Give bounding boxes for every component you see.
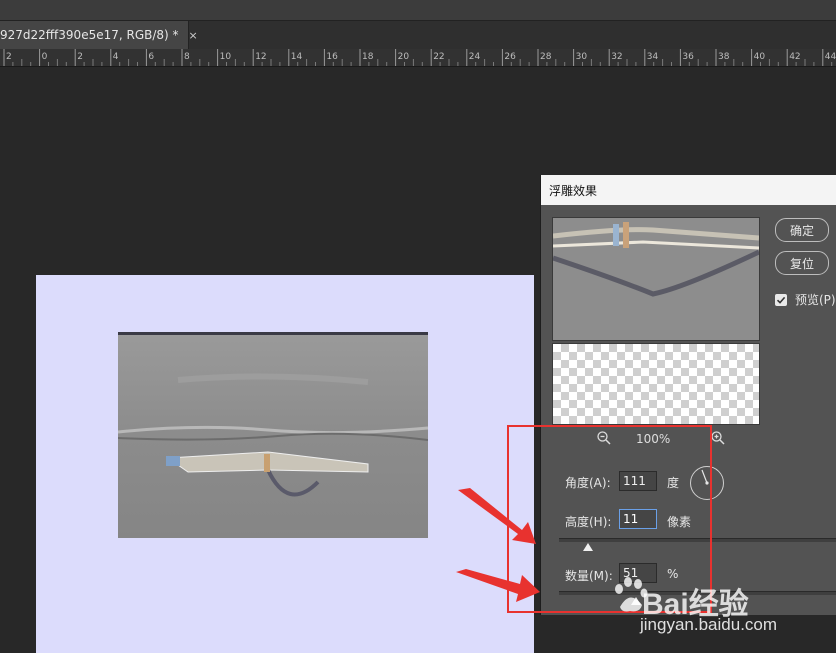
horizontal-ruler: 2 0 2 4 6 8 10 12 14 16 18 20 22 24 26 28 30 32 34 36 38 40 42…	[0, 49, 836, 67]
ruler-label: 14	[291, 52, 303, 62]
ruler-label: 4	[113, 52, 119, 62]
ruler-label: 26	[504, 52, 516, 62]
ruler-label: 34	[647, 52, 659, 62]
document-tab[interactable]: 927d22fff390e5e17, RGB/8) * ×	[0, 21, 198, 49]
ruler-ticks: 2 0 2 4 6 8 10 12 14 16 18 20 22 24 26 28 30 32 34 36 38 40 42…	[3, 49, 836, 66]
ok-button[interactable]: 确定	[775, 218, 829, 242]
ruler-label: 12	[255, 52, 266, 62]
preview-label: 预览(P)	[795, 293, 836, 307]
ruler-label: 42	[789, 52, 800, 62]
ruler-label: 28	[540, 52, 552, 62]
ruler-label: 36	[682, 52, 694, 62]
ruler-label: 20	[398, 52, 410, 62]
ruler-label: 10	[220, 52, 232, 62]
ruler-label: 30	[576, 52, 588, 62]
ruler-label: 24	[469, 52, 481, 62]
document-tab-title: 927d22fff390e5e17, RGB/8) *	[0, 28, 179, 42]
dialog-title: 浮雕效果	[549, 183, 598, 198]
transparent-preview	[552, 343, 760, 425]
ruler-label: 2	[77, 52, 83, 62]
document-tab-bar: 927d22fff390e5e17, RGB/8) * ×	[0, 21, 836, 49]
zoom-in-icon[interactable]	[710, 430, 726, 446]
annotation-box	[507, 425, 712, 613]
ruler-label: 32	[611, 52, 622, 62]
app-menu-strip	[0, 0, 836, 21]
ruler-label: 22	[433, 52, 444, 62]
ruler-label: 8	[184, 52, 190, 62]
ruler-label: 18	[362, 52, 374, 62]
check-icon	[776, 296, 786, 304]
reset-button[interactable]: 复位	[775, 251, 829, 275]
dialog-titlebar[interactable]: 浮雕效果	[541, 175, 836, 205]
close-tab-icon[interactable]: ×	[189, 29, 198, 42]
preview-option: 预览(P)	[775, 291, 836, 308]
ruler-label: 40	[754, 52, 766, 62]
ruler-label: 38	[718, 52, 730, 62]
ruler-label: 16	[326, 52, 338, 62]
ruler-label: 6	[148, 52, 154, 62]
embossed-photo	[118, 332, 428, 538]
embossed-photo-image	[118, 332, 428, 538]
filter-preview[interactable]	[552, 217, 760, 341]
document-canvas[interactable]	[36, 275, 534, 653]
preview-checkbox[interactable]	[775, 293, 787, 306]
watermark-url: jingyan.baidu.com	[640, 615, 778, 634]
ruler-label: 2	[6, 52, 12, 62]
preview-image	[553, 218, 759, 340]
ruler-label: 44	[825, 52, 836, 62]
ruler-label: 0	[42, 52, 48, 62]
